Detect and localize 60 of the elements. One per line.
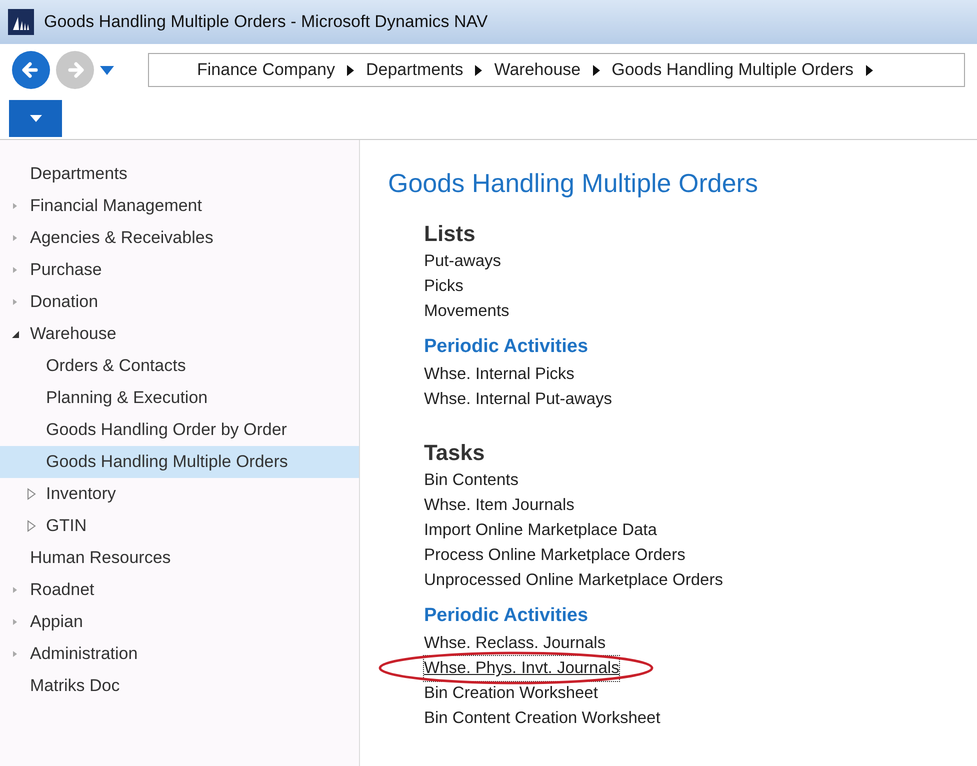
history-dropdown-icon[interactable] bbox=[100, 66, 114, 74]
sidebar-item[interactable]: Appian bbox=[0, 606, 359, 638]
sidebar-item[interactable]: Planning & Execution bbox=[0, 382, 359, 414]
action-link[interactable]: Process Online Marketplace Orders bbox=[424, 543, 686, 568]
action-link[interactable]: Bin Creation Worksheet bbox=[424, 681, 598, 706]
page-title: Goods Handling Multiple Orders bbox=[388, 168, 759, 200]
sidebar-item[interactable]: Purchase bbox=[0, 254, 359, 286]
expanded-arrow-icon[interactable] bbox=[12, 330, 18, 338]
sidebar-item[interactable]: Departments bbox=[0, 158, 359, 190]
breadcrumb-link[interactable]: Departments bbox=[366, 57, 464, 83]
sidebar-item[interactable]: GTIN bbox=[0, 510, 359, 542]
breadcrumb-separator-icon[interactable] bbox=[475, 64, 482, 76]
collapsed-arrow-icon[interactable] bbox=[26, 488, 36, 500]
app-logo-icon bbox=[8, 9, 34, 35]
sidebar-item[interactable]: Warehouse bbox=[0, 318, 359, 350]
breadcrumb-separator-icon[interactable] bbox=[592, 64, 600, 76]
subgroup-heading: Periodic Activities bbox=[424, 604, 590, 628]
breadcrumb-link[interactable]: Finance Company bbox=[197, 57, 335, 83]
caret-icon bbox=[30, 115, 42, 122]
action-link[interactable]: Whse. Item Journals bbox=[424, 493, 574, 518]
action-link[interactable]: Put-aways bbox=[424, 249, 502, 274]
breadcrumb-link[interactable]: Goods Handling Multiple Orders bbox=[612, 57, 854, 83]
group-heading: Tasks bbox=[424, 439, 486, 468]
sidebar-item[interactable]: Agencies & Receivables bbox=[0, 222, 359, 254]
collapsed-arrow-icon[interactable] bbox=[13, 619, 17, 625]
sidebar-item[interactable]: Donation bbox=[0, 286, 359, 318]
sidebar-item[interactable]: Human Resources bbox=[0, 542, 359, 574]
action-link[interactable]: Whse. Reclass. Journals bbox=[424, 631, 606, 656]
ribbon-dropdown-button[interactable] bbox=[9, 100, 62, 137]
sidebar-item[interactable]: Matriks Doc bbox=[0, 670, 359, 702]
collapsed-arrow-icon[interactable] bbox=[13, 203, 17, 209]
breadcrumb-separator-icon[interactable] bbox=[866, 64, 873, 76]
collapsed-arrow-icon[interactable] bbox=[13, 235, 17, 241]
group-heading: Lists bbox=[424, 220, 476, 248]
sidebar-item[interactable]: Goods Handling Order by Order bbox=[0, 414, 359, 446]
action-link[interactable]: Whse. Internal Picks bbox=[424, 362, 574, 388]
back-button[interactable] bbox=[12, 51, 50, 89]
sidebar-item[interactable]: Inventory bbox=[0, 478, 359, 510]
action-link[interactable]: Movements bbox=[424, 299, 510, 324]
action-link[interactable]: Bin Content Creation Worksheet bbox=[424, 706, 660, 732]
action-link[interactable]: Picks bbox=[424, 274, 464, 300]
action-link[interactable]: Bin Contents bbox=[424, 468, 518, 494]
sidebar-item[interactable]: Financial Management bbox=[0, 190, 359, 222]
collapsed-arrow-icon[interactable] bbox=[13, 587, 17, 593]
sidebar-item[interactable]: Orders & Contacts bbox=[0, 350, 359, 382]
action-link[interactable]: Whse. Phys. Invt. Journals bbox=[424, 656, 620, 682]
action-link[interactable]: Import Online Marketplace Data bbox=[424, 518, 657, 544]
collapsed-arrow-icon[interactable] bbox=[13, 267, 17, 273]
collapsed-arrow-icon[interactable] bbox=[13, 651, 17, 657]
window-title: Goods Handling Multiple Orders - Microsoft Dynamics NAV bbox=[44, 11, 488, 34]
collapsed-arrow-icon[interactable] bbox=[26, 520, 36, 532]
breadcrumb-separator-icon[interactable] bbox=[346, 64, 354, 76]
sidebar-item[interactable]: Roadnet bbox=[0, 574, 359, 606]
subgroup-heading: Periodic Activities bbox=[424, 335, 590, 360]
collapsed-arrow-icon[interactable] bbox=[13, 299, 17, 305]
sidebar-item[interactable]: Administration bbox=[0, 638, 359, 670]
breadcrumb-link[interactable]: Warehouse bbox=[494, 57, 581, 83]
action-link[interactable]: Unprocessed Online Marketplace Orders bbox=[424, 568, 723, 594]
action-link[interactable]: Whse. Internal Put-aways bbox=[424, 387, 612, 412]
sidebar-item[interactable]: Goods Handling Multiple Orders bbox=[0, 446, 359, 478]
